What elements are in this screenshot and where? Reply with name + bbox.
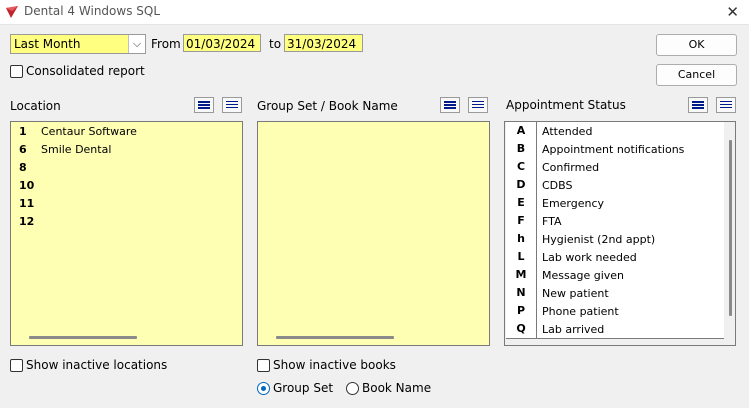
period-selected-value: Last Month <box>14 37 81 51</box>
deselect-all-locations-button[interactable] <box>222 97 242 113</box>
ok-button[interactable]: OK <box>656 34 737 56</box>
location-scrollbar[interactable] <box>29 336 137 339</box>
consolidated-report-label: Consolidated report <box>26 64 145 78</box>
checkbox-box[interactable] <box>257 359 270 372</box>
book-name-radio[interactable]: Book Name <box>346 381 431 395</box>
select-all-locations-button[interactable] <box>194 97 214 113</box>
select-all-statuses-button[interactable] <box>688 97 708 113</box>
show-inactive-locations-label: Show inactive locations <box>26 358 168 372</box>
group-set-radio[interactable]: Group Set <box>257 381 333 395</box>
show-inactive-locations-checkbox[interactable]: Show inactive locations <box>10 358 167 372</box>
window-title: Dental 4 Windows SQL <box>24 4 161 18</box>
group-set-radio-label: Group Set <box>273 381 334 395</box>
table-row[interactable]: B Appointment notifications <box>506 140 724 159</box>
appointment-status-list[interactable]: A Attended B Appointment notifications C Co… <box>504 121 736 346</box>
appointment-status-label: Appointment Status <box>506 98 626 112</box>
table-row[interactable]: N New patient <box>506 284 724 303</box>
list-item[interactable]: 12 <box>11 212 242 230</box>
consolidated-report-checkbox[interactable]: Consolidated report <box>10 64 145 78</box>
list-item[interactable]: 11 <box>11 194 242 212</box>
book-name-radio-label: Book Name <box>362 381 432 395</box>
radio-selected-icon[interactable] <box>257 382 270 395</box>
table-row[interactable]: P Phone patient <box>506 302 724 321</box>
from-date-field[interactable]: 01/03/2024 <box>183 34 261 52</box>
title-bar: Dental 4 Windows SQL ✕ <box>0 0 749 25</box>
table-row[interactable]: L Lab work needed <box>506 248 724 267</box>
table-row[interactable]: A Attended <box>506 122 724 141</box>
table-row[interactable]: h Hygienist (2nd appt) <box>506 230 724 249</box>
deselect-all-statuses-button[interactable] <box>716 97 736 113</box>
from-label: From <box>151 37 181 51</box>
list-item[interactable]: 1 Centaur Software <box>11 122 242 140</box>
list-item[interactable]: 8 <box>11 158 242 176</box>
table-row[interactable]: E Emergency <box>506 194 724 213</box>
checkbox-box[interactable] <box>10 359 23 372</box>
show-inactive-books-label: Show inactive books <box>273 358 396 372</box>
to-label: to <box>269 37 282 51</box>
table-row[interactable]: M Message given <box>506 266 724 285</box>
cancel-button[interactable]: Cancel <box>656 64 737 86</box>
status-scrollbar[interactable] <box>729 140 732 316</box>
table-row[interactable]: D CDBS <box>506 176 724 195</box>
table-row[interactable]: F FTA <box>506 212 724 231</box>
list-item[interactable]: 10 <box>11 176 242 194</box>
checkbox-box[interactable] <box>10 65 23 78</box>
chevron-down-icon[interactable]: ⌵ <box>128 35 145 53</box>
deselect-all-books-button[interactable] <box>468 97 488 113</box>
group-set-label: Group Set / Book Name <box>257 99 398 113</box>
book-list[interactable] <box>257 121 490 346</box>
radio-unselected-icon[interactable] <box>346 382 359 395</box>
table-row[interactable]: C Confirmed <box>506 158 724 177</box>
location-list[interactable]: 1 Centaur Software 6 Smile Dental 8 10 11 … <box>10 121 243 346</box>
table-row[interactable]: Q Lab arrived <box>506 320 724 339</box>
period-dropdown[interactable]: Last Month ⌵ <box>10 34 146 54</box>
app-logo-icon <box>6 6 18 18</box>
list-item[interactable]: 6 Smile Dental <box>11 140 242 158</box>
book-scrollbar[interactable] <box>276 336 394 339</box>
close-icon[interactable]: ✕ <box>726 3 739 21</box>
location-label: Location <box>10 99 61 113</box>
show-inactive-books-checkbox[interactable]: Show inactive books <box>257 358 396 372</box>
select-all-books-button[interactable] <box>440 97 460 113</box>
to-date-field[interactable]: 31/03/2024 <box>284 34 363 52</box>
